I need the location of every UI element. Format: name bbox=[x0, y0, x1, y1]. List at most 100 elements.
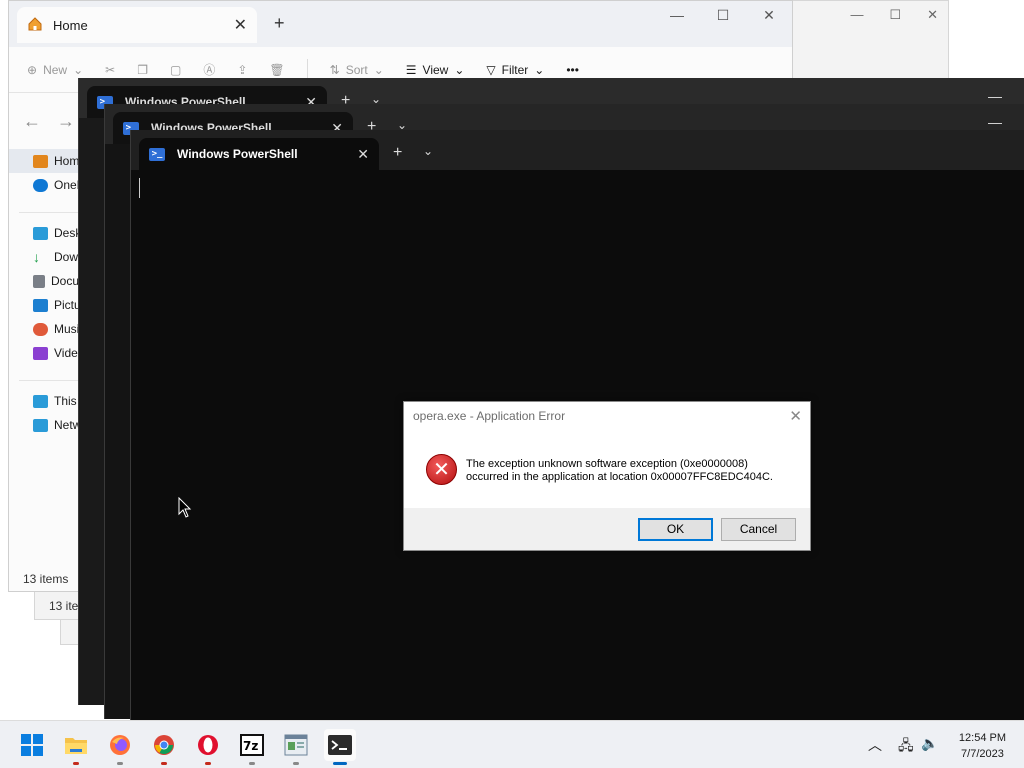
minimize-button[interactable]: — bbox=[654, 7, 700, 24]
volume-icon[interactable]: 🔈 bbox=[921, 735, 938, 752]
explorer-tab-bar: Home ✕ + — ☐ ✕ bbox=[9, 1, 792, 47]
start-button[interactable] bbox=[16, 729, 48, 761]
music-icon bbox=[33, 322, 48, 336]
chevron-down-icon[interactable]: ⌄ bbox=[423, 144, 433, 158]
mouse-pointer-icon bbox=[178, 497, 192, 518]
taskbar-notepad[interactable] bbox=[280, 729, 312, 765]
sidebar-item-downloads[interactable]: ↓ Downloads bbox=[9, 245, 89, 269]
tab-label: Windows PowerShell bbox=[177, 147, 298, 161]
copy-icon[interactable]: ❐ bbox=[137, 63, 148, 77]
chevron-down-icon: ⌄ bbox=[534, 62, 545, 77]
sort-label: Sort bbox=[345, 62, 368, 77]
running-indicator bbox=[161, 762, 167, 765]
onedrive-icon bbox=[33, 178, 48, 192]
forward-arrow-icon[interactable]: → bbox=[57, 111, 75, 132]
firefox-icon bbox=[110, 735, 130, 755]
running-indicator bbox=[205, 762, 211, 765]
taskbar-firefox[interactable] bbox=[104, 729, 136, 765]
network-icon[interactable]: 🖧 bbox=[898, 735, 914, 759]
close-tab-icon[interactable]: ✕ bbox=[357, 146, 369, 163]
back-arrow-icon[interactable]: ← bbox=[23, 111, 41, 132]
delete-icon[interactable]: 🗑 bbox=[269, 63, 284, 77]
close-icon[interactable]: ✕ bbox=[789, 407, 802, 425]
error-icon: ✕ bbox=[426, 454, 457, 485]
dialog-body: ✕ The exception unknown software excepti… bbox=[404, 430, 810, 510]
navigation-pane: Home OneDrive Desktop ↓ Downloads Docume… bbox=[9, 149, 89, 437]
new-tab-button[interactable]: + bbox=[393, 144, 402, 162]
dialog-title: opera.exe - Application Error bbox=[404, 402, 810, 430]
window-controls: — ☐ ✕ bbox=[654, 7, 792, 24]
chrome-icon bbox=[154, 735, 174, 755]
taskbar-file-explorer[interactable] bbox=[60, 729, 92, 765]
new-label: New bbox=[43, 62, 68, 77]
view-button[interactable]: ☰ View ⌄ bbox=[406, 63, 465, 77]
sidebar-divider bbox=[19, 365, 79, 381]
system-clock[interactable]: 12:54 PM 7/7/2023 bbox=[959, 730, 1006, 762]
running-indicator bbox=[73, 762, 79, 765]
taskbar: 7z ︿ 🖧 🔈 12:54 PM 7/7/2023 bbox=[0, 720, 1024, 768]
view-icon: ☰ bbox=[405, 62, 417, 77]
application-error-dialog: opera.exe - Application Error ✕ ✕ The ex… bbox=[403, 401, 811, 551]
sidebar-item-pictures[interactable]: Pictures bbox=[9, 293, 89, 317]
filter-label: Filter bbox=[501, 62, 529, 77]
plus-circle-icon: ⊕ bbox=[27, 62, 38, 77]
maximize-button[interactable]: ☐ bbox=[700, 7, 746, 24]
error-message: The exception unknown software exception… bbox=[466, 458, 801, 484]
windows-logo-icon bbox=[21, 734, 43, 756]
sort-button[interactable]: ⇅ Sort ⌄ bbox=[330, 63, 384, 77]
running-indicator bbox=[293, 762, 299, 765]
sidebar-item-videos[interactable]: Videos bbox=[9, 341, 89, 365]
ok-button[interactable]: OK bbox=[638, 518, 713, 541]
powershell-icon: >_ bbox=[149, 147, 165, 161]
filter-button[interactable]: ▽ Filter ⌄ bbox=[486, 63, 544, 77]
pictures-icon bbox=[33, 298, 48, 312]
sidebar-item-documents[interactable]: Documents bbox=[9, 269, 89, 293]
sidebar-item-this-pc[interactable]: This PC bbox=[9, 389, 89, 413]
share-icon[interactable]: ⇪ bbox=[237, 63, 247, 77]
text-cursor[interactable] bbox=[139, 178, 140, 198]
sidebar-divider bbox=[19, 197, 79, 213]
new-button[interactable]: ⊕ New ⌄ bbox=[27, 63, 83, 77]
chevron-down-icon: ⌄ bbox=[73, 62, 84, 77]
tab-label: Home bbox=[53, 17, 88, 33]
close-button[interactable]: ✕ bbox=[746, 7, 792, 24]
notepad-icon bbox=[284, 734, 308, 756]
dialog-footer: OK Cancel bbox=[404, 508, 810, 550]
paste-icon[interactable]: ▢ bbox=[170, 63, 181, 77]
home-icon bbox=[27, 16, 43, 35]
minimize-button[interactable]: — bbox=[988, 114, 1002, 130]
running-indicator bbox=[249, 762, 255, 765]
sidebar-item-home[interactable]: Home bbox=[9, 149, 89, 173]
sidebar-item-music[interactable]: Music bbox=[9, 317, 89, 341]
taskbar-terminal[interactable] bbox=[324, 729, 356, 765]
cut-icon[interactable]: ✂ bbox=[105, 63, 115, 77]
minimize-button[interactable]: — bbox=[988, 88, 1002, 104]
clock-date: 7/7/2023 bbox=[961, 748, 1004, 760]
tab-home[interactable]: Home ✕ bbox=[17, 7, 257, 43]
close-tab-icon[interactable]: ✕ bbox=[234, 15, 247, 35]
documents-icon bbox=[33, 274, 45, 288]
window-controls: —☐✕ bbox=[850, 7, 938, 22]
network-icon bbox=[33, 418, 48, 432]
sidebar-item-desktop[interactable]: Desktop bbox=[9, 221, 89, 245]
taskbar-7zip[interactable]: 7z bbox=[236, 729, 268, 765]
taskbar-chrome[interactable] bbox=[148, 729, 180, 765]
cancel-button[interactable]: Cancel bbox=[721, 518, 796, 541]
running-indicator bbox=[117, 762, 123, 765]
desktop-icon bbox=[33, 226, 48, 240]
new-tab-button[interactable]: + bbox=[274, 13, 285, 34]
terminal-icon bbox=[328, 735, 352, 755]
view-label: View bbox=[422, 62, 449, 77]
home-icon bbox=[33, 154, 48, 168]
taskbar-opera[interactable] bbox=[192, 729, 224, 765]
sidebar-item-network[interactable]: Network bbox=[9, 413, 89, 437]
clock-time: 12:54 PM bbox=[958, 732, 1006, 744]
see-more-button[interactable]: ••• bbox=[566, 63, 579, 77]
sort-icon: ⇅ bbox=[329, 62, 340, 77]
chevron-down-icon: ⌄ bbox=[373, 62, 384, 77]
tab-powershell[interactable]: >_ Windows PowerShell ✕ bbox=[139, 138, 379, 170]
status-bar-text: 13 items bbox=[23, 572, 69, 586]
sidebar-item-onedrive[interactable]: OneDrive bbox=[9, 173, 89, 197]
rename-icon[interactable]: Ⓐ bbox=[203, 61, 215, 78]
chevron-up-icon[interactable]: ︿ bbox=[868, 735, 882, 755]
